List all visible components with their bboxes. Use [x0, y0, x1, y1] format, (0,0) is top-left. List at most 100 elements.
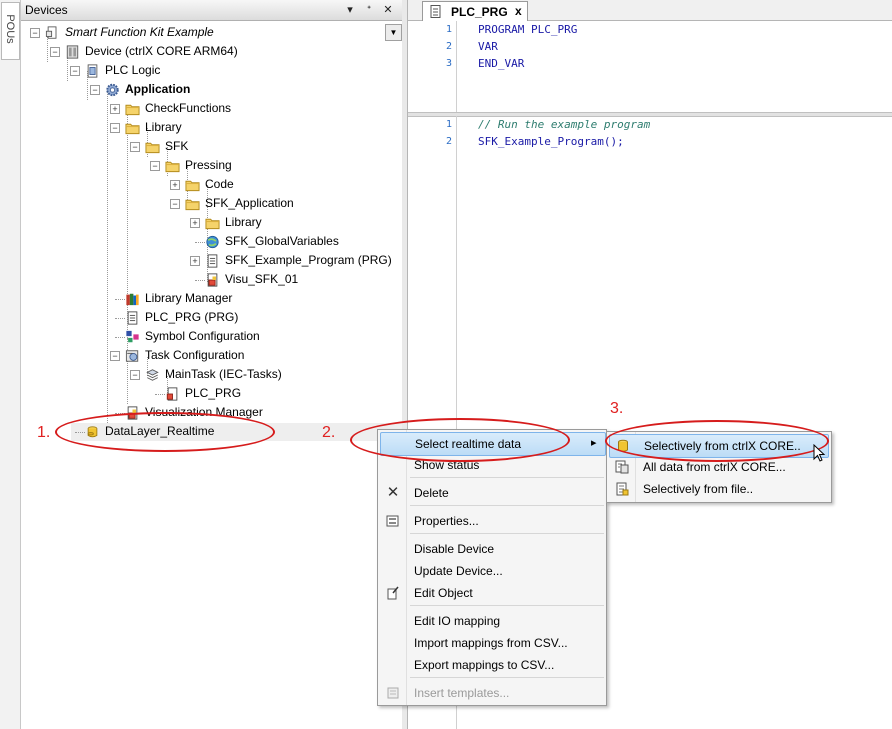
- collapse-icon[interactable]: −: [150, 161, 160, 171]
- expand-icon[interactable]: +: [110, 104, 120, 114]
- collapse-icon[interactable]: −: [110, 123, 120, 133]
- expand-icon[interactable]: +: [190, 256, 200, 266]
- tree-item[interactable]: + Code: [170, 176, 402, 194]
- annotation-step-2: 2.: [322, 424, 336, 441]
- tree-connector: [155, 394, 165, 395]
- line-number: 2: [445, 41, 452, 52]
- line-number: 1: [445, 119, 452, 130]
- tree-item-label: Device (ctrlX CORE ARM64): [85, 44, 238, 58]
- tree-item[interactable]: Symbol Configuration: [111, 328, 402, 346]
- tree-connector: [195, 242, 205, 243]
- tree-item-label: Pressing: [185, 158, 232, 172]
- collapse-icon[interactable]: −: [90, 85, 100, 95]
- menu-item-label: Delete: [414, 486, 449, 500]
- expand-icon[interactable]: +: [190, 218, 200, 228]
- annotation-oval-1: [55, 412, 275, 452]
- collapse-icon[interactable]: −: [110, 351, 120, 361]
- tree-item-label: SFK_Example_Program (PRG): [225, 253, 392, 267]
- menu-item-disable-device[interactable]: Disable Device: [380, 538, 604, 560]
- menu-item-delete[interactable]: ✕ Delete: [380, 482, 604, 504]
- tree-item[interactable]: + Library: [190, 214, 402, 232]
- pous-tab-label: POUs: [4, 14, 16, 44]
- tree-item-label: Application: [125, 82, 191, 96]
- code-line[interactable]: // Run the example program: [478, 118, 650, 135]
- menu-separator: [410, 533, 604, 534]
- devices-panel-title: Devices: [25, 3, 68, 17]
- tree-item-label: CheckFunctions: [145, 101, 232, 115]
- collapse-icon[interactable]: −: [130, 370, 140, 380]
- tree-item[interactable]: Library Manager: [111, 290, 402, 308]
- line-number: 3: [445, 58, 452, 69]
- tree-item-label: Visu_SFK_01: [225, 272, 299, 286]
- panel-dropdown-icon[interactable]: ▾: [343, 3, 357, 16]
- pous-side-strip: POUs: [0, 0, 21, 729]
- editor-section-divider[interactable]: [408, 112, 892, 117]
- tree-item[interactable]: + SFK_Example_Program (PRG): [190, 252, 402, 270]
- menu-item-properties[interactable]: Properties...: [380, 510, 604, 532]
- tree-item[interactable]: PLC_PRG (PRG): [111, 309, 402, 327]
- tree-item[interactable]: − PLC Logic: [70, 62, 402, 80]
- panel-close-icon[interactable]: ✕: [381, 3, 395, 16]
- collapse-icon[interactable]: −: [170, 199, 180, 209]
- menu-item-edit-object[interactable]: Edit Object: [380, 582, 604, 604]
- tree-item-label: PLC_PRG (PRG): [145, 310, 239, 324]
- context-menu: Select realtime data ▸ Show status ✕ Delete P…: [377, 429, 607, 706]
- menu-item-edit-io-mapping[interactable]: Edit IO mapping: [380, 610, 604, 632]
- submenu-arrow-icon: ▸: [591, 437, 597, 449]
- tree-item[interactable]: − MainTask (IEC-Tasks): [130, 366, 402, 384]
- code-line[interactable]: END_VAR: [478, 57, 524, 74]
- tree-item-label: Task Configuration: [145, 348, 245, 362]
- collapse-icon[interactable]: −: [70, 66, 80, 76]
- menu-item-import-mappings-from-csv[interactable]: Import mappings from CSV...: [380, 632, 604, 654]
- menu-item-export-mappings-to-csv[interactable]: Export mappings to CSV...: [380, 654, 604, 676]
- menu-item-label: Properties...: [414, 514, 479, 528]
- annotation-step-1: 1.: [37, 424, 51, 441]
- line-number: 2: [445, 136, 452, 147]
- tree-item[interactable]: − Pressing: [150, 157, 402, 175]
- expand-icon[interactable]: +: [170, 180, 180, 190]
- tree-item[interactable]: PLC_PRG: [151, 385, 402, 403]
- tree-connector: [115, 299, 125, 300]
- tree-item-label: MainTask (IEC-Tasks): [165, 367, 282, 381]
- tree-item-label: Library Manager: [145, 291, 233, 305]
- submenu-item-selectively-from-file[interactable]: Selectively from file..: [609, 478, 827, 500]
- collapse-icon[interactable]: −: [30, 28, 40, 38]
- pou-file-icon: [430, 5, 441, 18]
- tree-item[interactable]: − Application: [90, 81, 402, 99]
- tree-item[interactable]: − Smart Function Kit Example: [30, 24, 402, 42]
- tree-item[interactable]: Visu_SFK_01: [191, 271, 402, 289]
- gutter-separator: [456, 21, 457, 112]
- tree-item[interactable]: − SFK: [130, 138, 402, 156]
- collapse-icon[interactable]: −: [130, 142, 140, 152]
- tree-item[interactable]: − Task Configuration: [110, 347, 402, 365]
- tree-item[interactable]: SFK_GlobalVariables: [191, 233, 402, 251]
- menu-separator: [410, 477, 604, 478]
- tree-item[interactable]: − Device (ctrlX CORE ARM64): [50, 43, 402, 61]
- tree-item-label: SFK: [165, 139, 189, 153]
- menu-item-label: Update Device...: [414, 564, 503, 578]
- devices-panel-header: Devices ▾ ᐩ ✕: [21, 0, 402, 21]
- tree-item[interactable]: − Library: [110, 119, 402, 137]
- tree-item-label: Smart Function Kit Example: [65, 25, 214, 39]
- collapse-icon[interactable]: −: [50, 47, 60, 57]
- code-line[interactable]: PROGRAM PLC_PRG: [478, 23, 577, 40]
- tree-item[interactable]: − SFK_Application: [170, 195, 402, 213]
- menu-separator: [410, 605, 604, 606]
- menu-item-label: Edit Object: [414, 586, 473, 600]
- annotation-step-3: 3.: [610, 400, 624, 417]
- tab-plc-prg[interactable]: PLC_PRG x: [422, 1, 528, 21]
- editor-tab-label: PLC_PRG: [451, 5, 508, 19]
- panel-pin-icon[interactable]: ᐩ: [362, 3, 376, 16]
- tree-item-label: PLC_PRG: [185, 386, 242, 400]
- tree-item-label: PLC Logic: [105, 63, 161, 77]
- tree-item-label: SFK_GlobalVariables: [225, 234, 339, 248]
- pous-tab[interactable]: POUs: [1, 2, 20, 60]
- menu-item-update-device[interactable]: Update Device...: [380, 560, 604, 582]
- code-line[interactable]: SFK_Example_Program();: [478, 135, 624, 152]
- tree-item-label: Symbol Configuration: [145, 329, 260, 343]
- code-line[interactable]: VAR: [478, 40, 498, 57]
- tree-connector: [115, 318, 125, 319]
- menu-item-label: Disable Device: [414, 542, 495, 556]
- tree-item[interactable]: + CheckFunctions: [110, 100, 402, 118]
- tab-close-icon[interactable]: x: [515, 4, 522, 18]
